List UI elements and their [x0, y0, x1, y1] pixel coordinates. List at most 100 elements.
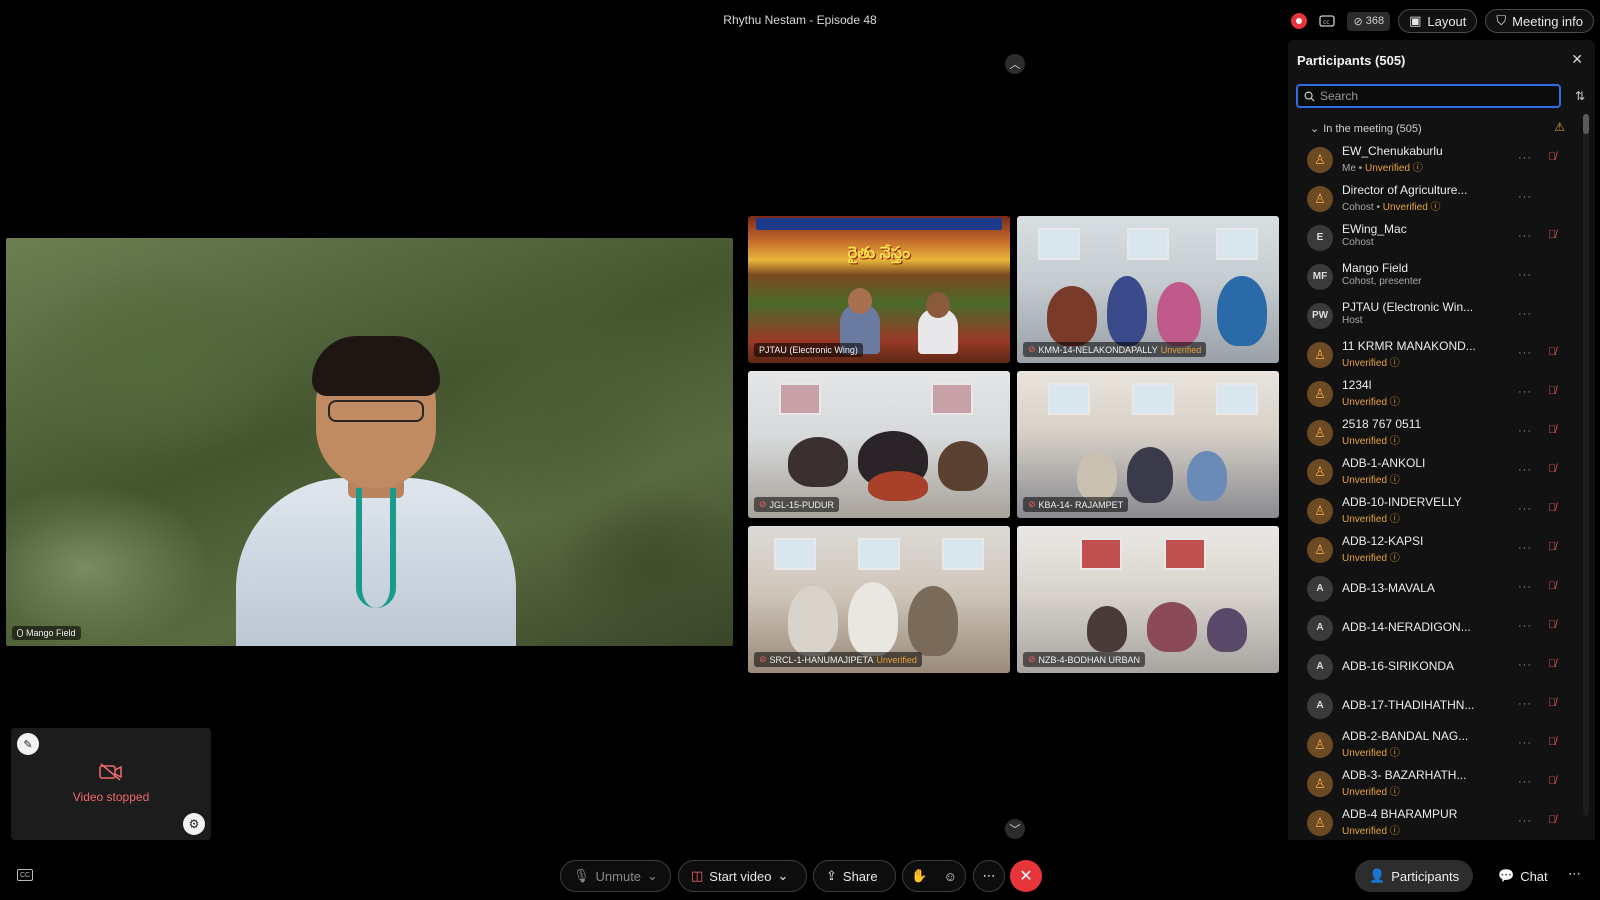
participant-row[interactable]: E EWing_Mac Cohost ··· 🎙̸: [1288, 218, 1578, 257]
more-icon[interactable]: ⋯: [1568, 866, 1581, 882]
info-icon[interactable]: ⓘ: [1387, 397, 1400, 408]
info-icon[interactable]: ⓘ: [1387, 514, 1400, 525]
pin-icon[interactable]: ✎: [17, 733, 39, 755]
mic-off-icon[interactable]: 🎙̸: [1548, 775, 1556, 787]
participants-tab[interactable]: 👤 Participants: [1355, 860, 1474, 892]
info-icon[interactable]: ⓘ: [1387, 358, 1400, 369]
tile-name: KMM-14-NELAKONDAPALLY: [1038, 344, 1158, 355]
participant-row[interactable]: ♙ ADB-10-INDERVELLY Unverified ⓘ ··· 🎙̸: [1288, 491, 1578, 530]
main-video[interactable]: Mango Field: [6, 238, 733, 646]
person-warning-icon[interactable]: ⚠: [1554, 120, 1565, 134]
mic-off-icon[interactable]: 🎙̸: [1548, 229, 1556, 241]
participant-row[interactable]: ♙ 2518 767 0511 Unverified ⓘ ··· 🎙̸: [1288, 413, 1578, 452]
mic-off-icon[interactable]: 🎙̸: [1548, 346, 1556, 358]
mic-off-icon[interactable]: 🎙̸: [1548, 814, 1556, 826]
info-icon[interactable]: ⓘ: [1428, 202, 1441, 213]
video-tile[interactable]: రైతు నేస్తం PJTAU (Electronic Wing): [748, 216, 1010, 363]
more-options-icon[interactable]: ···: [1518, 269, 1532, 281]
mic-off-icon[interactable]: 🎙̸: [1548, 736, 1556, 748]
mic-off-icon[interactable]: 🎙̸: [1548, 502, 1556, 514]
self-view[interactable]: ✎ Video stopped ⚙: [11, 728, 211, 840]
more-options-icon[interactable]: ···: [1518, 386, 1532, 398]
more-options-icon[interactable]: ···: [1518, 230, 1532, 242]
participant-row[interactable]: ♙ Director of Agriculture... Cohost • Unve…: [1288, 179, 1578, 218]
participant-row[interactable]: ♙ ADB-1-ANKOLI Unverified ⓘ ··· 🎙̸: [1288, 452, 1578, 491]
scrollbar[interactable]: [1583, 114, 1589, 816]
section-header[interactable]: ⌄ In the meeting (505): [1310, 122, 1422, 136]
chat-tab[interactable]: 💬 Chat: [1490, 860, 1556, 892]
chevron-down-icon[interactable]: ⌄: [647, 868, 658, 884]
share-button[interactable]: ⇪ Share: [813, 860, 896, 892]
info-icon[interactable]: ⓘ: [1387, 826, 1400, 837]
participant-row[interactable]: ♙ ADB-12-KAPSI Unverified ⓘ ··· 🎙̸: [1288, 530, 1578, 569]
mic-off-icon[interactable]: 🎙̸: [1548, 151, 1556, 163]
more-options-icon[interactable]: ···: [1518, 425, 1532, 437]
recording-icon[interactable]: [1291, 13, 1308, 29]
more-options-icon[interactable]: ···: [1518, 542, 1532, 554]
participant-name: 11 KRMR MANAKOND...: [1342, 339, 1476, 353]
start-video-button[interactable]: ◫ Start video ⌄: [678, 860, 807, 892]
more-options-icon[interactable]: ···: [1518, 737, 1532, 749]
more-options-icon[interactable]: ···: [1518, 620, 1532, 632]
more-options-icon[interactable]: ···: [1518, 191, 1532, 203]
meeting-info-button[interactable]: ⛉ Meeting info: [1485, 9, 1594, 33]
info-icon[interactable]: ⓘ: [1387, 787, 1400, 798]
emoji-icon[interactable]: ☺: [944, 869, 957, 884]
participant-row[interactable]: ♙ ADB-4 BHARAMPUR Unverified ⓘ ··· 🎙̸: [1288, 803, 1578, 840]
info-icon[interactable]: ⓘ: [1387, 436, 1400, 447]
video-tile[interactable]: ⊘ KBA-14- RAJAMPET: [1017, 371, 1279, 518]
tile-name-tag: ⊘ KMM-14-NELAKONDAPALLY Unverified: [1023, 342, 1207, 357]
mic-off-icon[interactable]: 🎙̸: [1548, 658, 1556, 670]
more-options-icon[interactable]: ···: [1518, 308, 1532, 320]
mic-off-icon[interactable]: 🎙̸: [1548, 619, 1556, 631]
more-options-icon[interactable]: ···: [1518, 152, 1532, 164]
more-options-icon[interactable]: ···: [1518, 698, 1532, 710]
more-options-icon[interactable]: ⋯: [973, 860, 1005, 892]
search-input[interactable]: [1320, 89, 1540, 103]
participant-row[interactable]: ♙ ADB-2-BANDAL NAG... Unverified ⓘ ··· 🎙̸: [1288, 725, 1578, 764]
participant-row[interactable]: ♙ 1234l Unverified ⓘ ··· 🎙̸: [1288, 374, 1578, 413]
more-options-icon[interactable]: ···: [1518, 815, 1532, 827]
unmute-button[interactable]: 🎙 Unmute ⌄: [560, 860, 671, 892]
end-call-button[interactable]: ✕: [1010, 860, 1042, 892]
mic-off-icon[interactable]: 🎙̸: [1548, 580, 1556, 592]
participant-row[interactable]: ♙ ADB-3- BAZARHATH... Unverified ⓘ ··· 🎙̸: [1288, 764, 1578, 803]
mic-off-icon[interactable]: 🎙̸: [1548, 697, 1556, 709]
layout-button[interactable]: ▣ Layout: [1398, 9, 1478, 33]
more-options-icon[interactable]: ···: [1518, 776, 1532, 788]
video-tile[interactable]: ⊘ NZB-4-BODHAN URBAN: [1017, 526, 1279, 673]
participant-row[interactable]: A ADB-16-SIRIKONDA ··· 🎙̸: [1288, 647, 1578, 686]
participant-row[interactable]: ♙ EW_Chenukaburlu Me • Unverified ⓘ ··· 🎙̸: [1288, 140, 1578, 179]
video-tile[interactable]: ⊘ SRCL-1-HANUMAJIPETA Unverified: [748, 526, 1010, 673]
scroll-up-icon[interactable]: ︿: [1005, 54, 1025, 74]
mic-off-icon[interactable]: 🎙̸: [1548, 541, 1556, 553]
participant-row[interactable]: A ADB-14-NERADIGON... ··· 🎙̸: [1288, 608, 1578, 647]
search-field[interactable]: [1296, 84, 1561, 108]
mic-off-icon[interactable]: 🎙̸: [1548, 424, 1556, 436]
participant-row[interactable]: PW PJTAU (Electronic Win... Host ···: [1288, 296, 1578, 335]
video-tile[interactable]: ⊘ JGL-15-PUDUR: [748, 371, 1010, 518]
info-icon[interactable]: ⓘ: [1387, 475, 1400, 486]
participant-row[interactable]: MF Mango Field Cohost, presenter ···: [1288, 257, 1578, 296]
participant-row[interactable]: A ADB-17-THADIHATHN... ··· 🎙̸: [1288, 686, 1578, 725]
chevron-down-icon[interactable]: ⌄: [777, 868, 788, 884]
sort-icon[interactable]: ⇅: [1575, 89, 1585, 103]
more-options-icon[interactable]: ···: [1518, 581, 1532, 593]
more-options-icon[interactable]: ···: [1518, 347, 1532, 359]
participant-row[interactable]: ♙ 11 KRMR MANAKOND... Unverified ⓘ ··· 🎙̸: [1288, 335, 1578, 374]
scroll-down-icon[interactable]: ﹀: [1005, 819, 1025, 839]
more-options-icon[interactable]: ···: [1518, 503, 1532, 515]
info-icon[interactable]: ⓘ: [1387, 748, 1400, 759]
gear-icon[interactable]: ⚙: [183, 813, 205, 835]
info-icon[interactable]: ⓘ: [1387, 553, 1400, 564]
raise-hand-icon[interactable]: ✋: [911, 868, 927, 884]
mic-off-icon[interactable]: 🎙̸: [1548, 385, 1556, 397]
participant-row[interactable]: A ADB-13-MAVALA ··· 🎙̸: [1288, 569, 1578, 608]
more-options-icon[interactable]: ···: [1518, 464, 1532, 476]
close-icon[interactable]: ✕: [1571, 51, 1583, 68]
more-options-icon[interactable]: ···: [1518, 659, 1532, 671]
info-icon[interactable]: ⓘ: [1410, 163, 1423, 174]
captions-icon[interactable]: cc: [1315, 10, 1339, 32]
mic-off-icon[interactable]: 🎙̸: [1548, 463, 1556, 475]
video-tile[interactable]: ⊘ KMM-14-NELAKONDAPALLY Unverified: [1017, 216, 1279, 363]
